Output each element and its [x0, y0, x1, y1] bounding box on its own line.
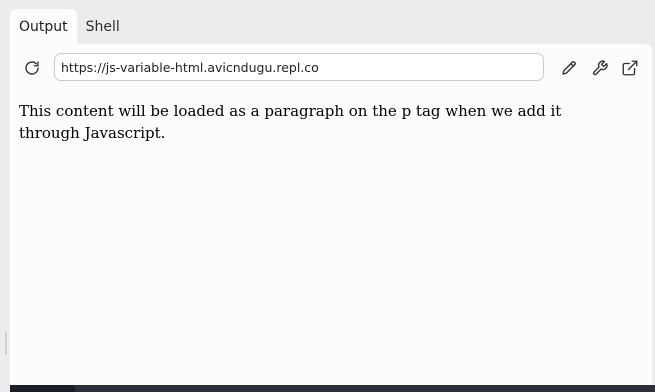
external-link-icon	[622, 60, 638, 76]
tab-bar: Output Shell	[10, 9, 129, 44]
tab-output[interactable]: Output	[10, 9, 77, 44]
reload-button[interactable]	[20, 56, 44, 80]
devtools-button[interactable]	[588, 56, 612, 80]
resize-handle[interactable]	[5, 331, 7, 355]
bottom-bar-segment	[10, 385, 75, 392]
output-panel: This content will be loaded as a paragra…	[10, 44, 652, 385]
open-in-new-tab-button[interactable]	[618, 56, 642, 80]
wrench-icon	[592, 60, 608, 76]
bottom-bar	[10, 385, 655, 392]
pencil-icon	[562, 61, 576, 75]
tab-shell[interactable]: Shell	[77, 9, 129, 44]
output-paragraph: This content will be loaded as a paragra…	[19, 102, 562, 142]
edit-button[interactable]	[557, 56, 581, 80]
url-input[interactable]	[54, 53, 544, 81]
repl-output-pane: Output Shell https://js-variable-html.av…	[0, 0, 655, 392]
reload-icon	[25, 61, 39, 75]
webview-toolbar	[10, 44, 652, 92]
